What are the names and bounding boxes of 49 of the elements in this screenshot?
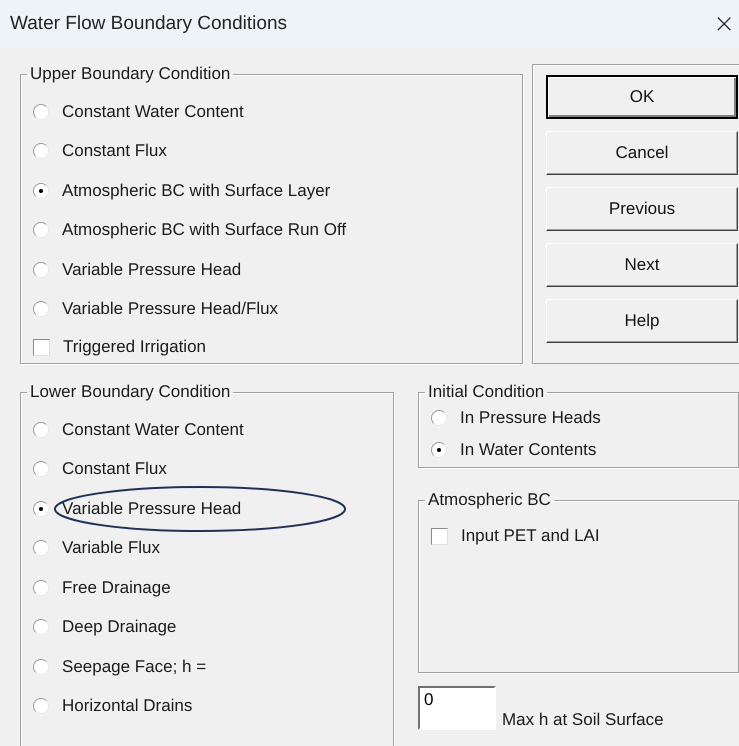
option-label: Constant Water Content <box>62 420 244 440</box>
radio-button[interactable] <box>33 222 49 238</box>
option-label: Constant Flux <box>62 141 167 162</box>
dialog-button[interactable]: Previous <box>546 187 738 231</box>
radio-button[interactable] <box>33 422 49 438</box>
option-label: Constant Water Content <box>62 102 244 122</box>
checkbox-label: Input PET and LAI <box>461 526 600 546</box>
radio-button[interactable] <box>33 580 49 596</box>
option-label: Horizontal Drains <box>62 696 192 716</box>
field-label: Max h at Soil Surface <box>502 710 664 730</box>
radio-button[interactable] <box>33 658 49 675</box>
group-title: Initial Condition <box>427 382 546 402</box>
close-button[interactable]: × <box>705 9 739 39</box>
group-title: Atmospheric BC <box>427 490 552 510</box>
dialog-button[interactable]: Cancel <box>546 131 738 175</box>
option-label: In Water Contents <box>460 440 596 460</box>
option-label: Variable Flux <box>62 538 160 558</box>
radio-button[interactable] <box>33 301 49 318</box>
radio-button[interactable] <box>431 410 447 426</box>
option-label: Atmospheric BC with Surface Run Off <box>62 220 346 240</box>
dialog-button[interactable]: Next <box>546 243 738 287</box>
dialog-button[interactable]: OK <box>546 75 738 119</box>
radio-button[interactable] <box>33 619 49 636</box>
option-label: Deep Drainage <box>62 617 176 638</box>
radio-button[interactable] <box>33 540 49 556</box>
radio-button[interactable] <box>33 698 49 714</box>
radio-button[interactable] <box>33 461 49 478</box>
group-title: Upper Boundary Condition <box>29 64 232 84</box>
dialog-button[interactable]: Help <box>546 299 738 343</box>
window-title: Water Flow Boundary Conditions <box>10 13 288 35</box>
checkbox-label: Triggered Irrigation <box>63 337 206 357</box>
checkbox[interactable] <box>431 528 448 544</box>
radio-button[interactable] <box>33 182 49 199</box>
radio-button[interactable] <box>33 104 49 120</box>
checkbox[interactable] <box>33 338 50 356</box>
radio-button[interactable] <box>33 262 49 278</box>
option-label: Atmospheric BC with Surface Layer <box>62 180 330 201</box>
option-label: Variable Pressure Head <box>62 498 242 519</box>
input-field[interactable]: 0 <box>418 686 496 730</box>
option-label: Variable Pressure Head/Flux <box>62 299 278 320</box>
option-label: In Pressure Heads <box>460 408 601 428</box>
option-label: Free Drainage <box>62 578 171 598</box>
option-label: Constant Flux <box>62 459 167 480</box>
group-title: Lower Boundary Condition <box>29 382 232 402</box>
radio-button[interactable] <box>33 143 49 160</box>
option-label: Seepage Face; h = <box>62 656 206 677</box>
radio-button[interactable] <box>33 500 49 517</box>
option-label: Variable Pressure Head <box>62 260 242 280</box>
radio-button[interactable] <box>431 442 447 458</box>
